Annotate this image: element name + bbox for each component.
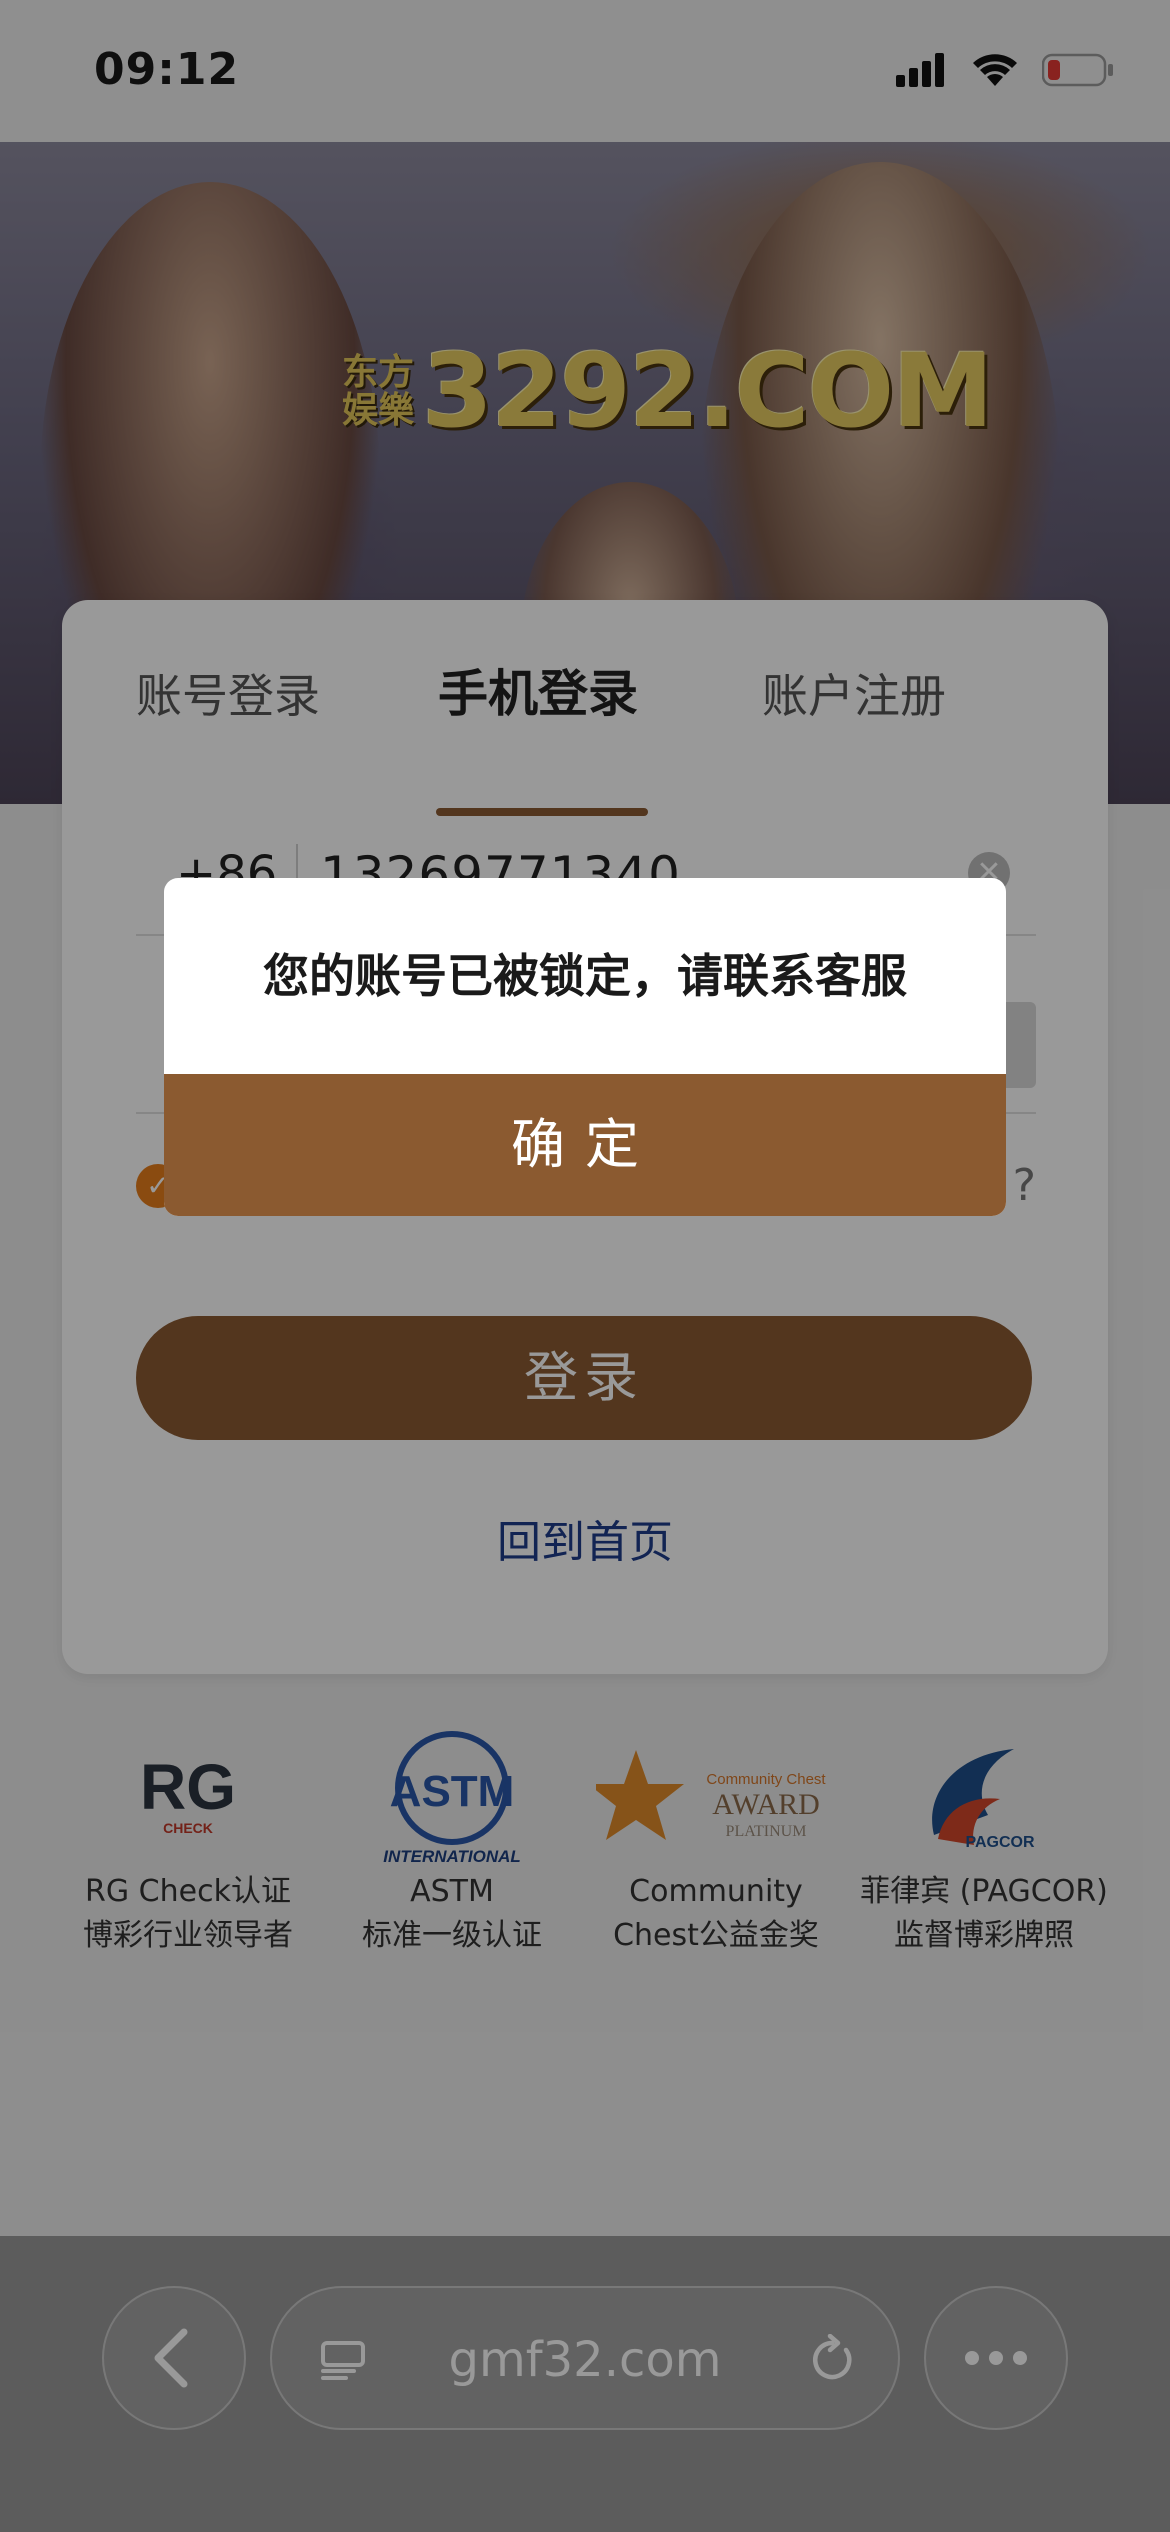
dialog-message: 您的账号已被锁定，请联系客服	[263, 949, 907, 1003]
modal-backdrop[interactable]	[0, 0, 1170, 2532]
confirm-button[interactable]: 确定	[164, 1074, 1006, 1216]
account-locked-dialog: 您的账号已被锁定，请联系客服 确定	[164, 878, 1006, 1216]
